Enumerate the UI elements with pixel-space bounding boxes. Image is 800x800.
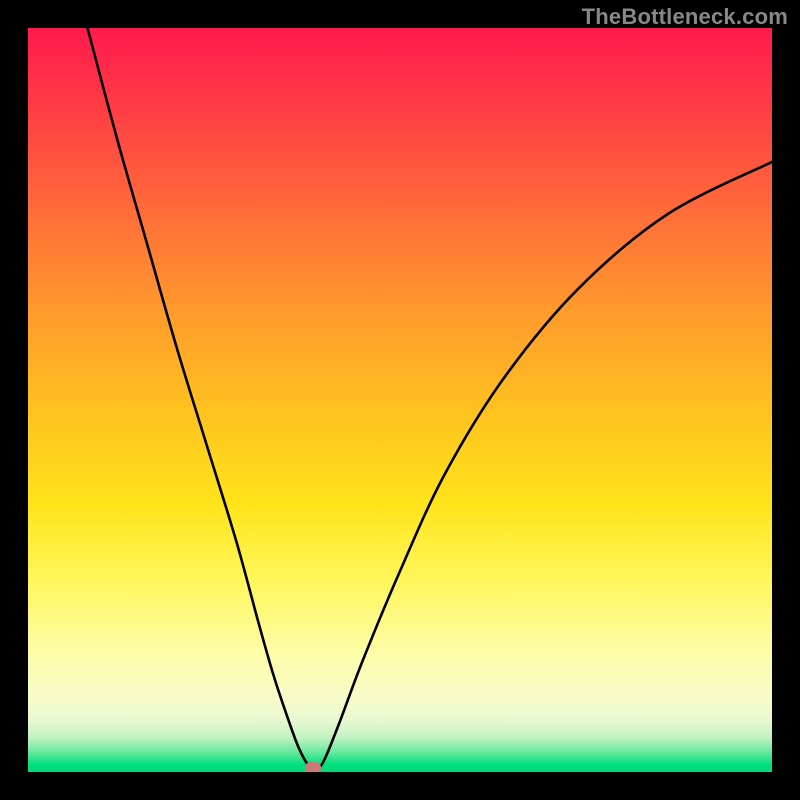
bottleneck-curve [88,28,772,770]
chart-frame: TheBottleneck.com [0,0,800,800]
optimal-marker [305,762,321,772]
watermark-text: TheBottleneck.com [582,4,788,30]
curve-svg [28,28,772,772]
plot-area [28,28,772,772]
